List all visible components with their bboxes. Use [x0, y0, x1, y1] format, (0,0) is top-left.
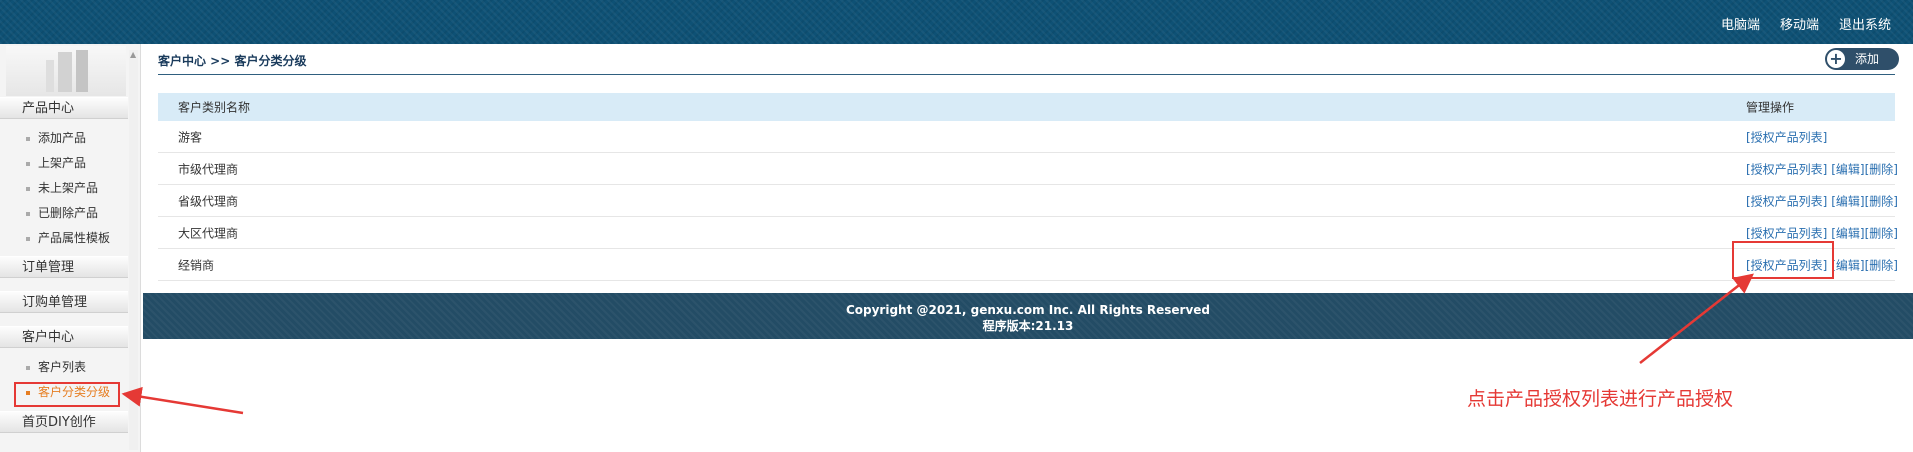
sidebar-item-customer-list[interactable]: 客户列表: [26, 359, 86, 375]
breadcrumb-divider: [158, 74, 1895, 75]
add-button-label: 添加: [1855, 52, 1880, 66]
top-bar: 电脑端 移动端 退出系统: [0, 0, 1913, 44]
sidebar-item-label: 已删除产品: [38, 206, 99, 220]
sidebar-item-add-product[interactable]: 添加产品: [26, 130, 86, 146]
table-row: 大区代理商 [授权产品列表] [编辑][删除]: [158, 217, 1898, 249]
sidebar-scrollbar[interactable]: ▲: [129, 50, 138, 450]
edit-link[interactable]: [编辑]: [1831, 162, 1864, 176]
column-header-operations: 管理操作: [1746, 100, 1795, 115]
sidebar-item-deleted-products[interactable]: 已删除产品: [26, 205, 98, 221]
category-name: 经销商: [178, 258, 215, 272]
category-name: 省级代理商: [178, 194, 239, 208]
sidebar-item-listed-products[interactable]: 上架产品: [26, 155, 86, 171]
sidebar-item-label: 客户列表: [38, 360, 87, 374]
delete-link[interactable]: [删除]: [1865, 194, 1898, 208]
sidebar-section-homepage-diy[interactable]: 首页DIY创作: [0, 411, 128, 433]
column-header-category-name: 客户类别名称: [178, 100, 251, 115]
bullet-icon: [26, 136, 30, 141]
mobile-link[interactable]: 移动端: [1780, 14, 1819, 33]
sidebar-item-attribute-templates[interactable]: 产品属性模板: [26, 230, 110, 246]
edit-link[interactable]: [编辑]: [1831, 226, 1864, 240]
table-row: 省级代理商 [授权产品列表] [编辑][删除]: [158, 185, 1898, 217]
sidebar-item-label: 产品属性模板: [38, 231, 111, 245]
category-name: 大区代理商: [178, 226, 239, 240]
authorized-products-link[interactable]: [授权产品列表]: [1746, 194, 1827, 208]
customer-category-table: 客户类别名称 管理操作 游客 [授权产品列表] 市级代理商 [授权产品列表] […: [158, 93, 1898, 281]
table-row: 市级代理商 [授权产品列表] [编辑][删除]: [158, 153, 1898, 185]
row-operations: [授权产品列表] [编辑][删除]: [1746, 192, 1898, 209]
delete-link[interactable]: [删除]: [1865, 258, 1898, 272]
footer: Copyright @2021, genxu.com Inc. All Righ…: [143, 293, 1913, 339]
delete-link[interactable]: [删除]: [1865, 226, 1898, 240]
authorized-products-link[interactable]: [授权产品列表]: [1746, 130, 1827, 144]
logout-link[interactable]: 退出系统: [1839, 14, 1891, 33]
table-row: 游客 [授权产品列表]: [158, 121, 1895, 153]
sidebar-item-label: 未上架产品: [38, 181, 99, 195]
edit-link[interactable]: [编辑]: [1831, 258, 1864, 272]
row-operations: [授权产品列表]: [1746, 128, 1827, 145]
footer-version: 程序版本:21.13: [982, 319, 1074, 333]
sidebar-section-purchase-orders[interactable]: 订购单管理: [0, 291, 128, 313]
desktop-link[interactable]: 电脑端: [1721, 14, 1760, 33]
sidebar-section-orders[interactable]: 订单管理: [0, 256, 128, 278]
bullet-icon: [26, 186, 30, 191]
row-operations: [授权产品列表] [编辑][删除]: [1746, 160, 1898, 177]
plus-circle-icon: +: [1827, 50, 1845, 68]
annotation-text: 点击产品授权列表进行产品授权: [1467, 388, 1734, 410]
add-button[interactable]: + 添加: [1825, 48, 1899, 70]
table-row: 经销商 [授权产品列表] [编辑][删除]: [158, 249, 1898, 281]
sidebar-item-label: 添加产品: [38, 131, 87, 145]
edit-link[interactable]: [编辑]: [1831, 194, 1864, 208]
bullet-icon: [26, 236, 30, 241]
sidebar-item-label: 上架产品: [38, 156, 87, 170]
sidebar-section-customer-center[interactable]: 客户中心: [0, 326, 128, 348]
row-operations: [授权产品列表] [编辑][删除]: [1746, 224, 1898, 241]
sidebar-item-unlisted-products[interactable]: 未上架产品: [26, 180, 98, 196]
sidebar-section-product-center[interactable]: 产品中心: [0, 97, 128, 119]
bullet-icon: [26, 211, 30, 216]
category-name: 游客: [178, 130, 203, 144]
top-links: 电脑端 移动端 退出系统: [1721, 14, 1891, 33]
highlight-box-sidebar: [14, 382, 120, 407]
bullet-icon: [26, 161, 30, 166]
annotation-arrow-to-sidebar: [121, 386, 244, 415]
sidebar-banner: [6, 46, 126, 96]
breadcrumb: 客户中心 >> 客户分类分级: [158, 54, 307, 68]
authorized-products-link[interactable]: [授权产品列表]: [1746, 226, 1827, 240]
table-header: 客户类别名称 管理操作: [158, 93, 1895, 121]
category-name: 市级代理商: [178, 162, 239, 176]
authorized-products-link[interactable]: [授权产品列表]: [1746, 162, 1827, 176]
scroll-up-icon[interactable]: ▲: [130, 50, 136, 59]
delete-link[interactable]: [删除]: [1865, 162, 1898, 176]
highlight-box-authorize-link: [1732, 241, 1834, 279]
bullet-icon: [26, 365, 30, 370]
footer-copyright: Copyright @2021, genxu.com Inc. All Righ…: [845, 303, 1211, 317]
